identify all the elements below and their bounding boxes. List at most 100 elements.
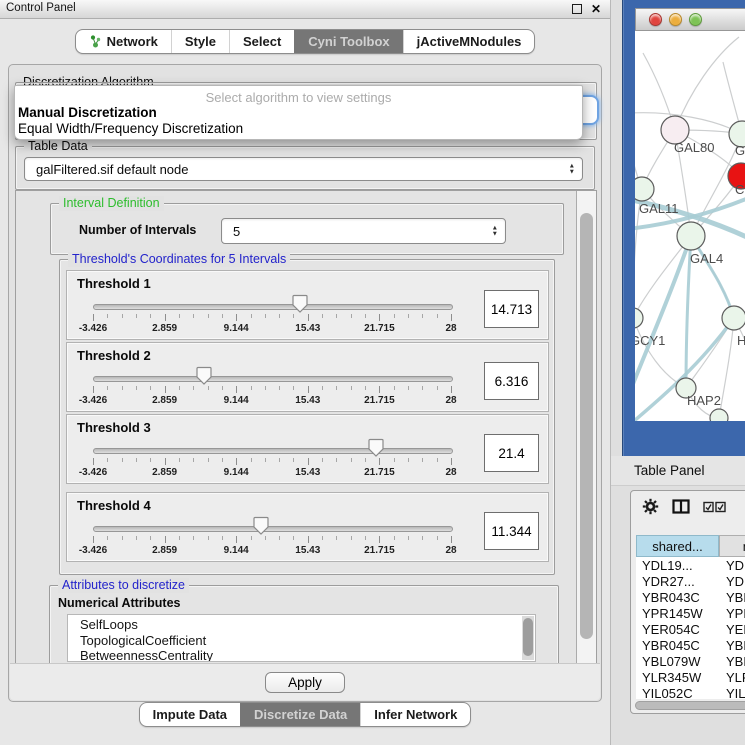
- slider-handle-icon[interactable]: [253, 516, 269, 535]
- tab-jactivemnodules[interactable]: jActiveMNodules: [403, 30, 535, 53]
- table-row[interactable]: YBR045CYBR0: [636, 637, 745, 653]
- combo-spinner-icon: [492, 226, 498, 237]
- threshold-value-field[interactable]: 11.344: [484, 512, 539, 550]
- slider-handle-icon[interactable]: [196, 366, 212, 385]
- slider-track[interactable]: [93, 304, 453, 310]
- table-data-groupbox: Table Data galFiltered.sif default node: [15, 146, 595, 190]
- tick-mark: [408, 314, 409, 318]
- network-node[interactable]: [710, 409, 728, 421]
- tab-infer-network[interactable]: Infer Network: [360, 703, 470, 726]
- dropdown-placeholder: Select algorithm to view settings: [15, 90, 582, 105]
- attribute-item-betweennesscentrality[interactable]: BetweennessCentrality: [68, 648, 535, 662]
- tick-mark: [107, 536, 108, 540]
- threshold-value-field[interactable]: 6.316: [484, 362, 539, 400]
- tick-mark: [122, 314, 123, 318]
- table-data-combobox[interactable]: galFiltered.sif default node: [24, 157, 583, 181]
- tick-label: 15.43: [295, 467, 320, 478]
- network-node-label: H: [737, 333, 745, 348]
- slider-track[interactable]: [93, 526, 453, 532]
- network-node-gal11[interactable]: [635, 177, 654, 201]
- threshold-value-field[interactable]: 14.713: [484, 290, 539, 328]
- column-header-name[interactable]: na: [719, 535, 745, 557]
- threshold-value-field[interactable]: 21.4: [484, 434, 539, 472]
- algorithm-dropdown-popup: Select algorithm to view settings Manual…: [14, 85, 583, 140]
- gear-icon[interactable]: [642, 498, 659, 520]
- tick-mark: [251, 314, 252, 318]
- slider-track[interactable]: [93, 448, 453, 454]
- table-row[interactable]: YER054CYER0: [636, 621, 745, 637]
- tab-select[interactable]: Select: [229, 30, 294, 53]
- dropdown-option-equal-width-frequency[interactable]: Equal Width/Frequency Discretization: [18, 121, 243, 136]
- dropdown-option-manual-discretization[interactable]: Manual Discretization: [18, 105, 157, 120]
- threshold-slider[interactable]: -3.4262.8599.14415.4321.71528: [87, 343, 457, 411]
- table-cell: YBL079W: [636, 653, 719, 669]
- threshold-slider[interactable]: -3.4262.8599.14415.4321.71528: [87, 415, 457, 483]
- column-header-shared-name[interactable]: shared...: [636, 535, 719, 557]
- table-horizontal-scrollbar-thumb[interactable]: [635, 701, 745, 710]
- network-node-label: GCY1: [635, 333, 665, 348]
- number-of-intervals-combobox[interactable]: 5: [221, 218, 506, 244]
- slider-handle-icon[interactable]: [292, 294, 308, 313]
- tick-mark: [208, 536, 209, 540]
- network-icon: [89, 34, 102, 49]
- table-row[interactable]: YDL19...YDL1: [636, 557, 745, 573]
- threshold-slider[interactable]: -3.4262.8599.14415.4321.71528: [87, 493, 457, 561]
- slider-track[interactable]: [93, 376, 453, 382]
- tick-mark: [451, 314, 452, 321]
- tick-mark: [365, 458, 366, 462]
- tab-impute-data[interactable]: Impute Data: [140, 703, 240, 726]
- tick-mark: [322, 386, 323, 390]
- close-traffic-light-icon[interactable]: [649, 13, 662, 26]
- network-node-gcy1[interactable]: [635, 308, 643, 328]
- table-row[interactable]: YPR145WYPR1: [636, 605, 745, 621]
- apply-button[interactable]: Apply: [265, 672, 345, 693]
- attributes-list-scrollbar-thumb[interactable]: [523, 618, 533, 656]
- table-row[interactable]: YBL079WYBL0: [636, 653, 745, 669]
- tick-mark: [251, 458, 252, 462]
- table-cell: YBL0: [719, 653, 745, 669]
- column-checkboxes-icon[interactable]: [703, 500, 729, 518]
- close-window-icon[interactable]: [591, 1, 601, 17]
- table-cell: YBR043C: [636, 589, 719, 605]
- network-node-gal4[interactable]: [677, 222, 705, 250]
- tick-mark: [265, 386, 266, 390]
- attribute-item-selfloops[interactable]: SelfLoops: [68, 617, 535, 633]
- network-canvas[interactable]: GAL80G.CGAL11GAL4GCY1HHAP2: [635, 31, 745, 421]
- zoom-traffic-light-icon[interactable]: [689, 13, 702, 26]
- float-window-icon[interactable]: [572, 4, 582, 14]
- table-horizontal-scrollbar[interactable]: [635, 701, 745, 710]
- tab-style[interactable]: Style: [171, 30, 229, 53]
- tick-mark: [193, 458, 194, 462]
- tick-mark: [308, 458, 309, 465]
- network-node-h[interactable]: [722, 306, 745, 330]
- settings-vertical-scrollbar[interactable]: [576, 191, 596, 665]
- attributes-list-scrollbar[interactable]: [522, 616, 534, 660]
- table-row[interactable]: YLR345WYLR3: [636, 669, 745, 685]
- table-cell: YDR27...: [636, 573, 719, 589]
- tick-mark: [122, 458, 123, 462]
- attribute-item-topologicalcoefficient[interactable]: TopologicalCoefficient: [68, 633, 535, 649]
- tick-label: 21.715: [364, 467, 395, 478]
- table-row[interactable]: YBR043CYBR0: [636, 589, 745, 605]
- tick-mark: [165, 536, 166, 543]
- table-row[interactable]: YDR27...YDR2: [636, 573, 745, 589]
- settings-scrollbar-thumb[interactable]: [580, 213, 593, 639]
- split-columns-icon[interactable]: [672, 499, 690, 519]
- tick-mark: [408, 536, 409, 540]
- threshold-slider[interactable]: -3.4262.8599.14415.4321.71528: [87, 271, 457, 339]
- tab-discretize-data[interactable]: Discretize Data: [240, 703, 360, 726]
- tick-mark: [136, 314, 137, 318]
- combo-spinner-icon: [569, 164, 575, 175]
- slider-handle-icon[interactable]: [368, 438, 384, 457]
- table-panel-header: Table Panel: [611, 456, 745, 486]
- table-row[interactable]: YIL052CYIL0: [636, 685, 745, 699]
- tab-cyni-toolbox[interactable]: Cyni Toolbox: [294, 30, 402, 53]
- tick-label: 15.43: [295, 323, 320, 334]
- interval-definition-groupbox: Interval Definition Number of Intervals …: [50, 203, 564, 255]
- minimize-traffic-light-icon[interactable]: [669, 13, 682, 26]
- tab-network[interactable]: Network: [76, 30, 171, 53]
- tick-label: 28: [445, 545, 456, 556]
- tick-mark: [394, 536, 395, 540]
- tick-mark: [236, 386, 237, 393]
- numerical-attributes-list[interactable]: SelfLoopsTopologicalCoefficientBetweenne…: [67, 614, 536, 662]
